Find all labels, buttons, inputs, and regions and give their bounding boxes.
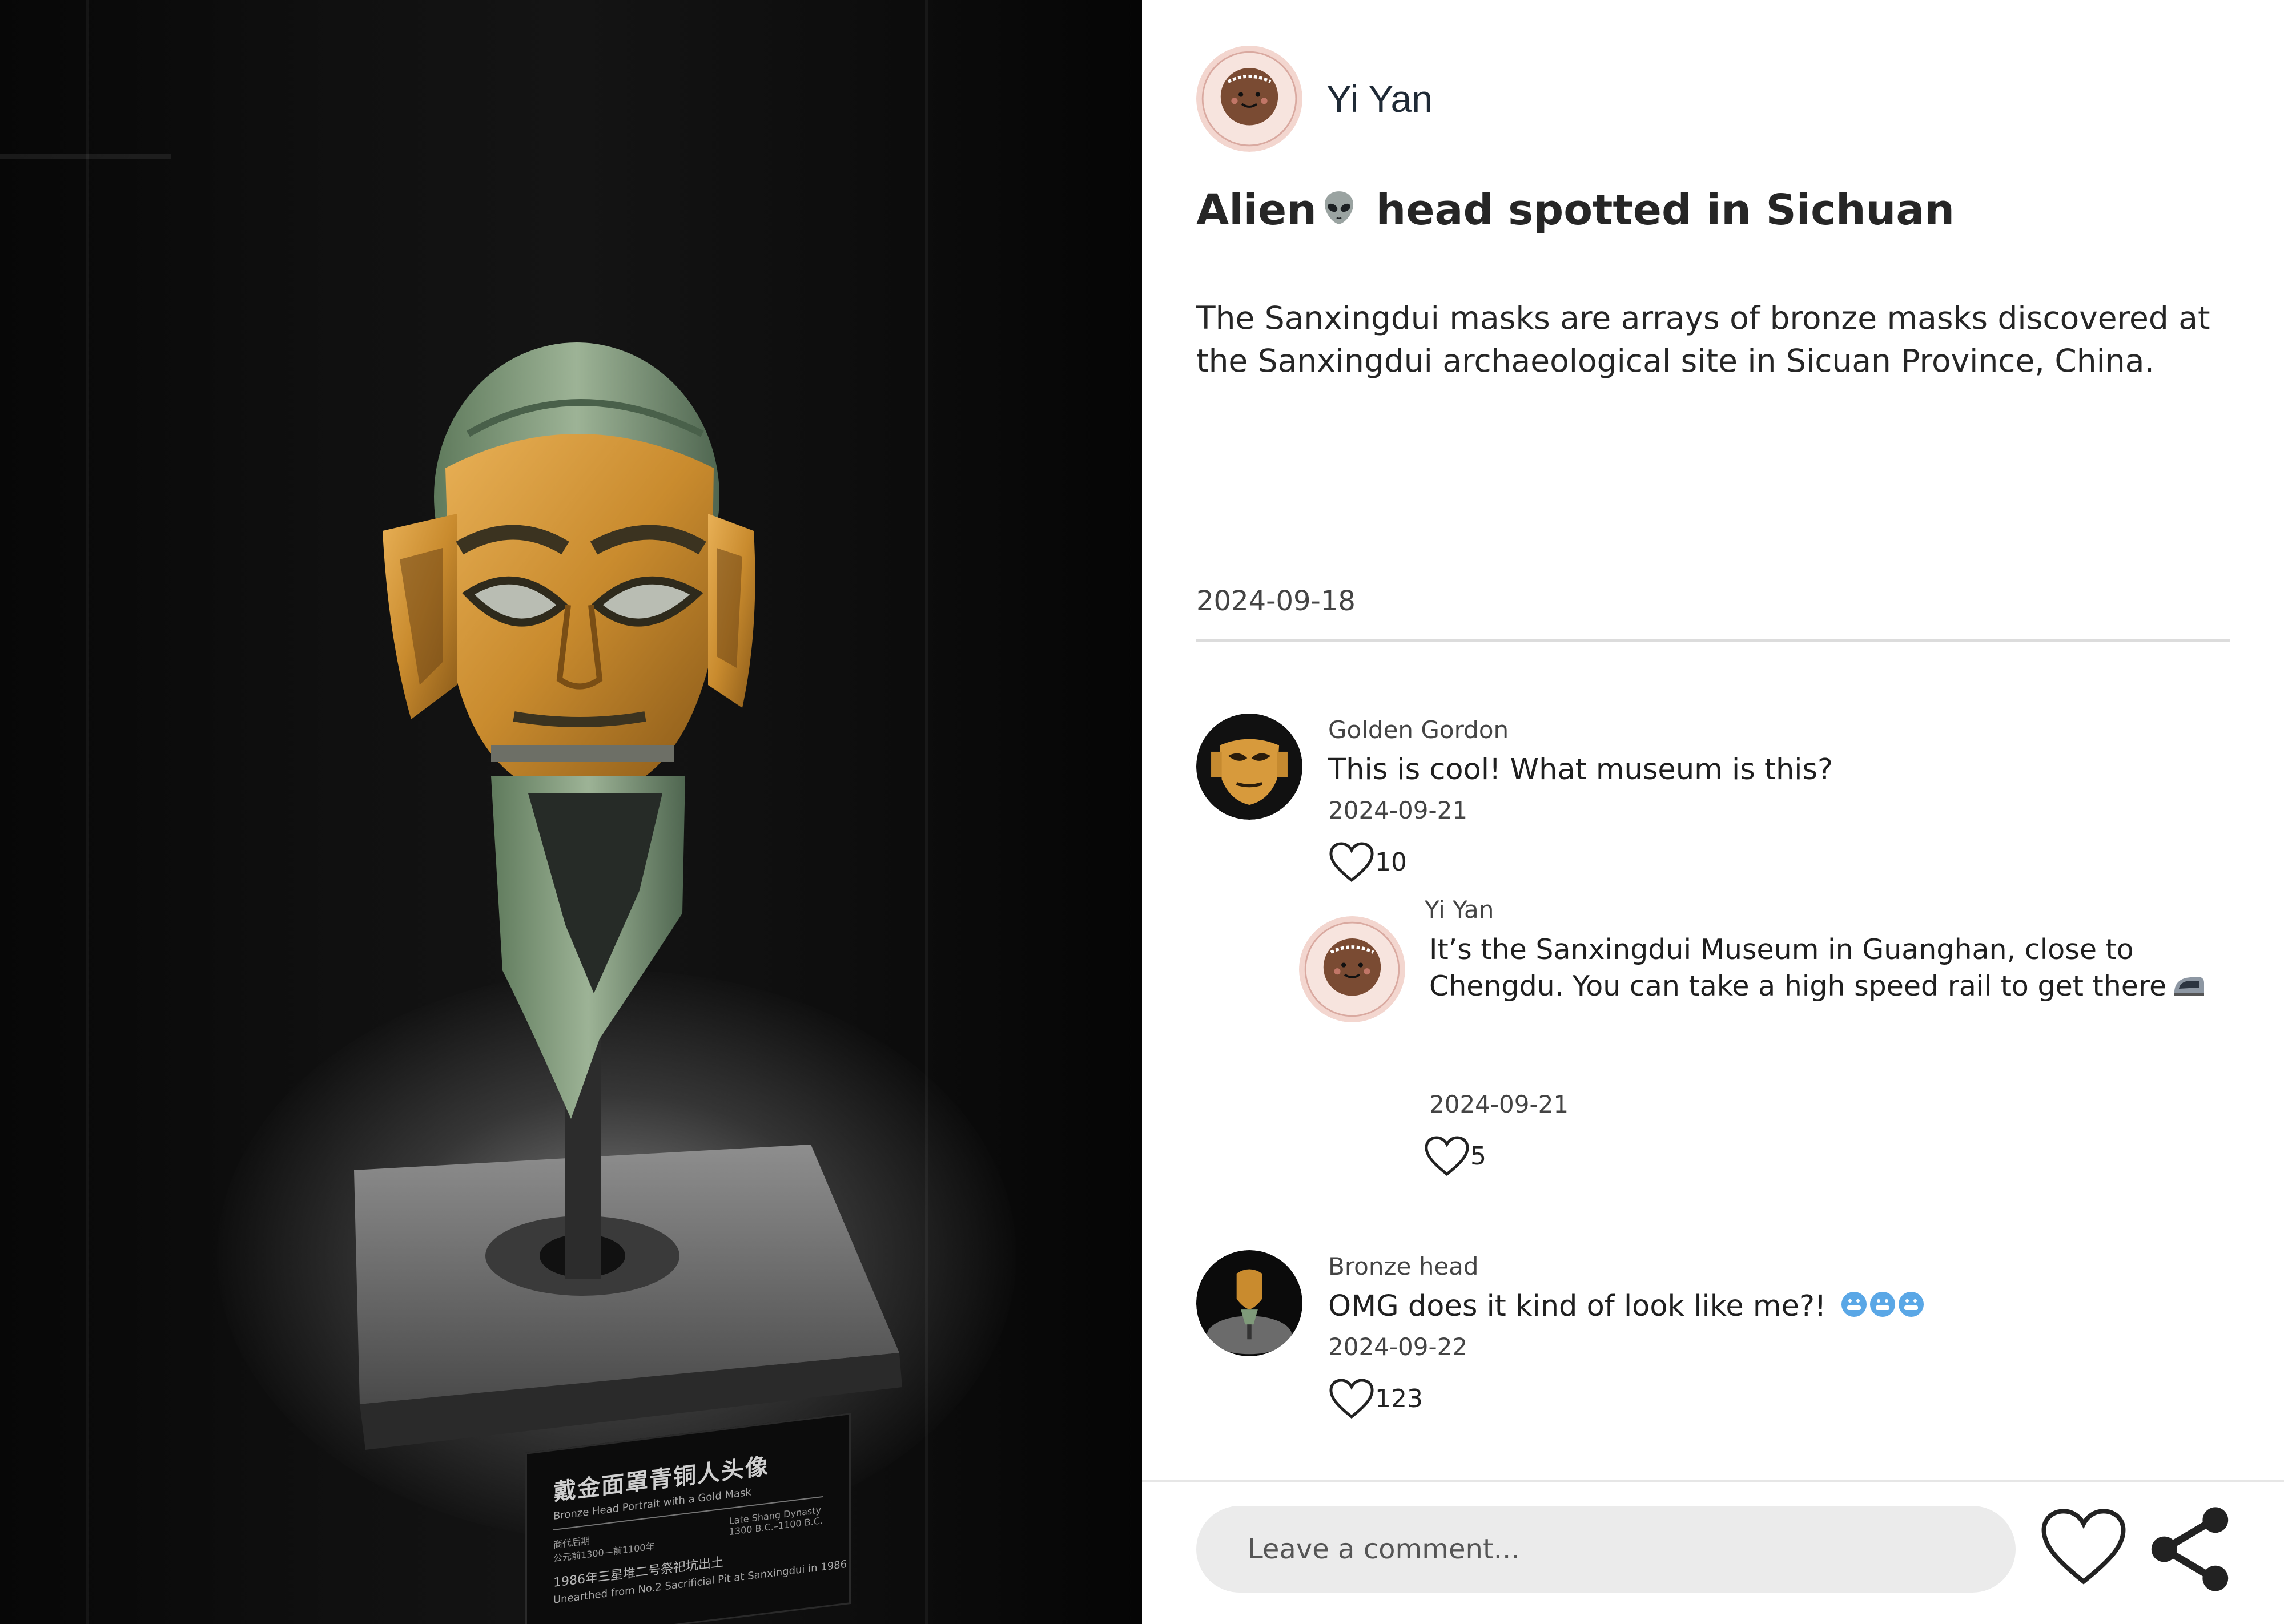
reply-text: It’s the Sanxingdui Museum in Guanghan, … xyxy=(1429,933,2167,1002)
sun-face-avatar[interactable] xyxy=(1299,916,1405,1022)
comment-date: 2024-09-22 xyxy=(1328,1333,1468,1361)
comment-like-count: 10 xyxy=(1375,847,1407,877)
reply-body: Yi Yan It’s the Sanxingdui Museum in Gua… xyxy=(1401,893,2234,1178)
post-date: 2024-09-18 xyxy=(1196,585,1356,617)
comment-body: Golden Gordon This is cool! What museum … xyxy=(1328,714,1833,884)
alien-emoji-icon xyxy=(1324,191,1353,224)
high-speed-train-icon xyxy=(2174,977,2205,996)
comment-text: This is cool! What museum is this? xyxy=(1328,753,1833,787)
post-divider xyxy=(1196,639,2230,642)
gold-mask-head xyxy=(383,342,755,776)
heart-icon[interactable] xyxy=(1328,840,1375,884)
heart-icon[interactable] xyxy=(1328,1377,1375,1420)
bronze-head-illustration xyxy=(354,342,902,1450)
post-details-panel: Yi Yan Alien head spotted in Sichuan The… xyxy=(1142,0,2284,1624)
gold-mask-avatar[interactable] xyxy=(1196,714,1302,820)
post-title: Alien head spotted in Sichuan xyxy=(1196,186,1955,235)
comment-author[interactable]: Bronze head xyxy=(1328,1252,1926,1280)
sun-face-avatar xyxy=(1196,46,1302,152)
bronze-head-avatar[interactable] xyxy=(1196,1250,1302,1356)
post-body: The Sanxingdui masks are arrays of bronz… xyxy=(1196,300,2210,379)
post-viewer: 戴金面罩青铜人头像 Bronze Head Portrait with a Go… xyxy=(0,0,2284,1624)
comment-text: OMG does it kind of look like me?! xyxy=(1328,1289,1827,1323)
cold-face-emoji-icon xyxy=(1841,1292,1924,1317)
heart-icon[interactable] xyxy=(1424,1134,1470,1178)
comment-reply: Yi Yan It’s the Sanxingdui Museum in Gua… xyxy=(1299,896,2234,1178)
comment-input[interactable] xyxy=(1196,1506,2016,1593)
reply-date: 2024-09-21 xyxy=(1429,1090,1569,1118)
reply-like-button[interactable]: 5 xyxy=(1424,1134,2234,1178)
share-icon[interactable] xyxy=(2144,1504,2235,1595)
comment-text-wrapper: OMG does it kind of look like me?! xyxy=(1328,1288,1926,1325)
reply-author[interactable]: Yi Yan xyxy=(1425,896,2234,924)
heart-icon[interactable] xyxy=(2038,1504,2129,1589)
post-title-text-start: Alien xyxy=(1196,186,1317,235)
reply-text-wrapper: It’s the Sanxingdui Museum in Guanghan, … xyxy=(1429,932,2214,1005)
comment-date: 2024-09-21 xyxy=(1328,796,1468,824)
author-name[interactable]: Yi Yan xyxy=(1326,77,1433,120)
comment-item: Golden Gordon This is cool! What museum … xyxy=(1196,714,1833,884)
reply-like-count: 5 xyxy=(1470,1141,1486,1171)
comment-body: Bronze head OMG does it kind of look lik… xyxy=(1328,1250,1926,1420)
display-plinth xyxy=(354,1145,902,1450)
bronze-neck xyxy=(491,776,685,1119)
comment-item: Bronze head OMG does it kind of look lik… xyxy=(1196,1250,1926,1420)
comment-like-button[interactable]: 123 xyxy=(1328,1377,1926,1420)
comment-composer-bar xyxy=(1142,1480,2284,1624)
post-photo[interactable]: 戴金面罩青铜人头像 Bronze Head Portrait with a Go… xyxy=(0,0,1142,1624)
post-author[interactable]: Yi Yan xyxy=(1196,46,1433,152)
post-title-text-end: head spotted in Sichuan xyxy=(1361,186,1955,235)
comment-author[interactable]: Golden Gordon xyxy=(1328,716,1833,744)
comment-like-button[interactable]: 10 xyxy=(1328,840,1833,884)
comment-like-count: 123 xyxy=(1375,1384,1423,1413)
